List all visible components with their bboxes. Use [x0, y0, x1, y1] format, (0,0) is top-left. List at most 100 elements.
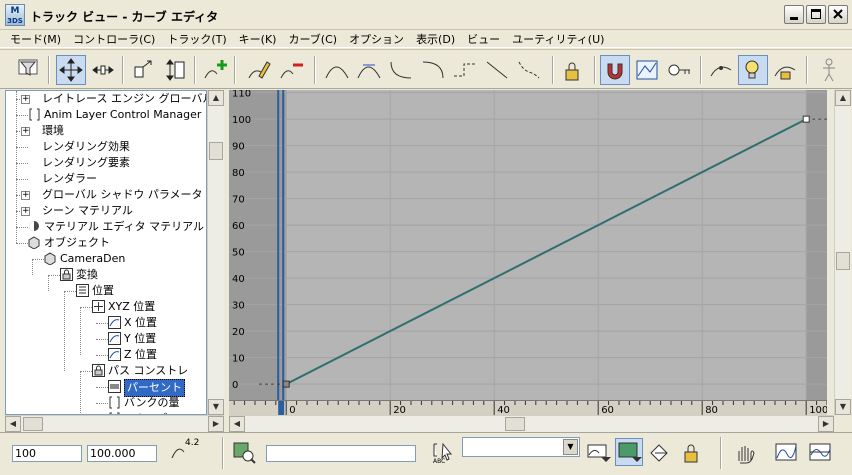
tree-item[interactable]: + シーン マテリアル: [6, 203, 206, 219]
slide-keys-button[interactable]: [88, 55, 118, 85]
tree-item[interactable]: + 環境: [6, 123, 206, 139]
graph-hscrollbar[interactable]: ◀ ▶: [229, 415, 834, 432]
graph-scroll-up-button[interactable]: ▲: [835, 90, 851, 106]
graph-vscrollbar[interactable]: ▲ ▼: [834, 90, 851, 415]
graph-scroll-down-button[interactable]: ▼: [835, 399, 851, 415]
follow-button[interactable]: [814, 55, 844, 85]
scroll-up-button[interactable]: ▲: [208, 90, 224, 106]
curve-graph[interactable]: 110 100 90 80 70 60 50 40 30 20 10 0: [229, 90, 827, 400]
show-keys-button[interactable]: [738, 55, 768, 85]
tree-item[interactable]: パーセント: [6, 379, 206, 397]
tree-item[interactable]: + グローバル シャドウ パラメータ: [6, 187, 206, 203]
zoom-value-button[interactable]: 4.2: [168, 437, 199, 465]
graph-scroll-thumb[interactable]: [836, 252, 850, 270]
add-keys-button[interactable]: [200, 55, 230, 85]
x-tick-label: 40: [497, 405, 510, 415]
tangent-smooth-button[interactable]: [514, 55, 544, 85]
time-ruler[interactable]: 0 20 40 60 80 100: [229, 400, 827, 415]
tree-item[interactable]: レンダリング効果: [6, 139, 206, 155]
tree-item-label: バンクの量: [124, 396, 180, 409]
menu-display[interactable]: 表示(D): [410, 31, 461, 47]
parameter-curve-button[interactable]: [632, 55, 662, 85]
expand-icon[interactable]: +: [21, 207, 30, 216]
menu-curve[interactable]: カーブ(C): [282, 31, 343, 47]
tangent-slow-button[interactable]: [418, 55, 448, 85]
tree-item[interactable]: X 位置: [6, 315, 206, 331]
scroll-left-button[interactable]: ◀: [5, 416, 21, 432]
reduce-keys-button[interactable]: [276, 55, 306, 85]
scroll-thumb[interactable]: [209, 142, 223, 160]
tree-item[interactable]: バンクの量: [6, 395, 206, 411]
tangent-custom-button[interactable]: [354, 55, 384, 85]
tree-item[interactable]: Y 位置: [6, 331, 206, 347]
zoom-selected-button[interactable]: [230, 438, 258, 466]
scroll-right-button[interactable]: ▶: [208, 416, 224, 432]
tree-item[interactable]: パス コンストレ: [6, 363, 206, 379]
tree-item[interactable]: レンダリング要素: [6, 155, 206, 171]
tangent-step-button[interactable]: [450, 55, 480, 85]
frame-field[interactable]: 100: [12, 445, 82, 462]
minimize-button[interactable]: [784, 5, 804, 24]
menu-key[interactable]: キー(K): [233, 31, 283, 47]
menu-mode[interactable]: モード(M): [4, 31, 67, 47]
draw-curves-icon: [248, 61, 271, 79]
move-keys-button[interactable]: [56, 55, 86, 85]
graph-scroll-left-button[interactable]: ◀: [229, 416, 245, 432]
draw-curves-button[interactable]: [244, 55, 274, 85]
x-tick-label: 60: [601, 405, 614, 415]
graph-hscroll-thumb[interactable]: [505, 417, 525, 431]
show-tangents-button[interactable]: [706, 55, 736, 85]
maximize-icon: [811, 9, 821, 19]
show-all-curves-button[interactable]: [615, 438, 643, 466]
lock-curves-button[interactable]: [678, 438, 706, 466]
show-selected-curves-button[interactable]: [584, 438, 612, 466]
pan-button[interactable]: [730, 438, 758, 466]
frame-values-button[interactable]: [806, 438, 834, 466]
lock-tangents-button[interactable]: [558, 55, 588, 85]
graph-scroll-right-button[interactable]: ▶: [818, 416, 834, 432]
tree-item[interactable]: Z 位置: [6, 347, 206, 363]
scroll-down-button[interactable]: ▼: [208, 399, 224, 415]
tree-item[interactable]: XYZ 位置: [6, 299, 206, 315]
close-button[interactable]: [828, 5, 848, 24]
tangent-linear-button[interactable]: [482, 55, 512, 85]
frame-horizontal-button[interactable]: [772, 438, 800, 466]
tree-item[interactable]: オブジェクト: [6, 235, 206, 251]
selection-field[interactable]: [266, 445, 416, 462]
tree-item[interactable]: CameraDen: [6, 251, 206, 267]
tree-hscrollbar[interactable]: ◀ ▶: [5, 415, 224, 432]
filter-button[interactable]: [14, 55, 44, 85]
tree-item-label: レンダラー: [42, 172, 97, 185]
key-filter-button[interactable]: [664, 55, 694, 85]
menu-options[interactable]: オプション: [343, 31, 410, 47]
snap-frames-button[interactable]: [600, 55, 630, 85]
menu-view[interactable]: ビュー: [461, 31, 506, 47]
tree-scrollbar[interactable]: ▲ ▼: [207, 90, 224, 415]
tangent-auto-button[interactable]: [322, 55, 352, 85]
expand-icon[interactable]: +: [21, 127, 30, 136]
swap-curves-button[interactable]: [646, 438, 674, 466]
scale-values-button[interactable]: [160, 55, 190, 85]
hscroll-thumb[interactable]: [23, 417, 43, 431]
tree-item[interactable]: マテリアル エディタ マテリアル: [6, 219, 206, 235]
track-select-dropdown[interactable]: ▼: [462, 437, 580, 457]
expand-icon[interactable]: +: [21, 95, 30, 104]
tree-item[interactable]: Anim Layer Control Manager: [6, 107, 206, 123]
scale-keys-button[interactable]: [128, 55, 158, 85]
menu-controller[interactable]: コントローラ(C): [67, 31, 161, 47]
tree-item[interactable]: 位置: [6, 283, 206, 299]
tangent-fast-button[interactable]: [386, 55, 416, 85]
menu-utilities[interactable]: ユーティリティ(U): [506, 31, 610, 47]
tree-item[interactable]: 変換: [6, 267, 206, 283]
expand-icon[interactable]: +: [21, 191, 30, 200]
value-field[interactable]: 100.000: [87, 445, 157, 462]
curve-graph-canvas[interactable]: 1101009080706050403020100: [229, 90, 827, 400]
edit-track-name-button[interactable]: ABC: [430, 438, 458, 466]
tree-item-label: Z 位置: [124, 348, 158, 361]
chevron-down-icon[interactable]: ▼: [563, 439, 578, 455]
tree-item[interactable]: レンダラー: [6, 171, 206, 187]
maximize-button[interactable]: [806, 5, 826, 24]
menu-track[interactable]: トラック(T): [161, 31, 232, 47]
lock-selection-button[interactable]: [770, 55, 800, 85]
tree-item[interactable]: + レイトレース エンジン グローバル: [6, 91, 206, 107]
